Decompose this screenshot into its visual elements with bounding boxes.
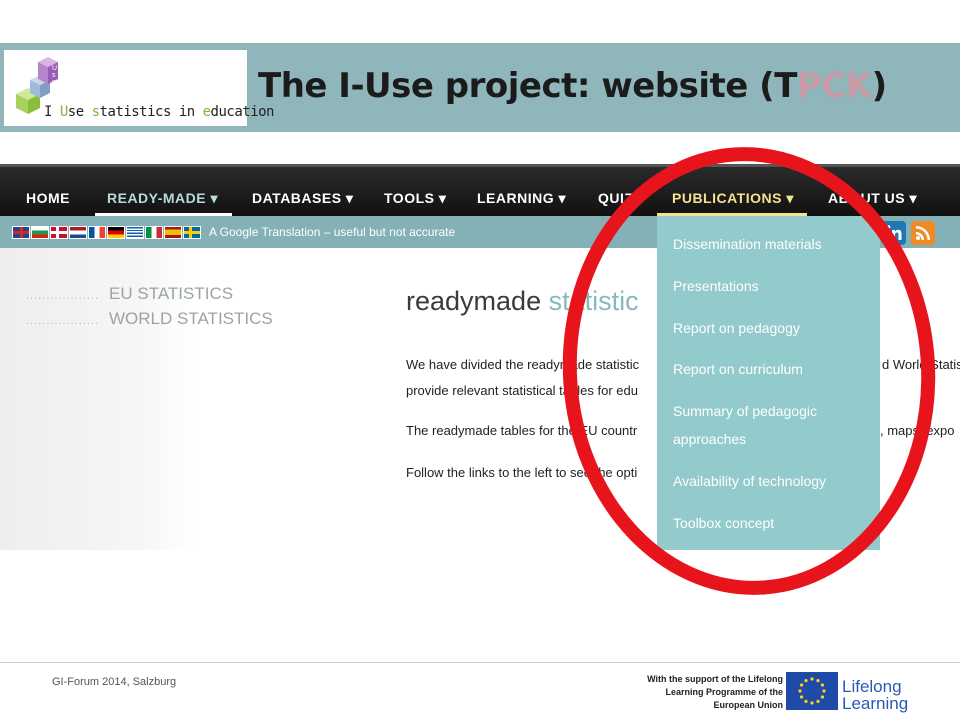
slide-title: The I-Use project: website (TPCK) — [258, 66, 887, 106]
menu-item-availability-of-technology[interactable]: Availability of technology — [673, 467, 873, 495]
website-screenshot: HOME READY-MADE ▾ DATABASES ▾ TOOLS ▾ LE… — [0, 164, 960, 554]
menu-item-report-on-pedagogy[interactable]: Report on pedagogy — [673, 314, 873, 342]
content-paragraph-fragment: , maps, expo — [880, 423, 955, 438]
language-flags — [12, 226, 201, 239]
menu-item-presentations[interactable]: Presentations — [673, 272, 873, 300]
content-paragraph: The readymade tables for the EU countr — [406, 423, 638, 438]
footer-conference: GI-Forum 2014, Salzburg — [52, 676, 177, 688]
cube-letter: s — [52, 72, 56, 79]
nav-publications[interactable]: PUBLICATIONS ▾ — [672, 190, 794, 207]
nav-ready-made[interactable]: READY-MADE ▾ — [107, 190, 218, 207]
content-paragraph: Follow the links to the left to see the … — [406, 465, 638, 480]
lifelong-learning-logo: Lifelong Learning — [842, 677, 909, 713]
nav-home[interactable]: HOME — [26, 190, 70, 206]
flag-denmark-icon[interactable] — [50, 226, 68, 239]
sidebar-link-world-statistics[interactable]: .................. WORLD STATISTICS — [26, 309, 273, 329]
iuse-logo: U s e I Use statistics in education — [4, 50, 274, 126]
logo-text: I Use statistics in education — [44, 104, 274, 120]
flag-uk-icon[interactable] — [12, 226, 30, 239]
sidebar-link-eu-statistics[interactable]: .................. EU STATISTICS — [26, 284, 233, 304]
menu-item-summary-of-pedagogic-approaches[interactable]: Summary of pedagogic approaches — [673, 397, 873, 453]
translation-note: A Google Translation – useful but not ac… — [209, 225, 456, 239]
flag-italy-icon[interactable] — [145, 226, 163, 239]
nav-about-us[interactable]: ABOUT US ▾ — [828, 190, 917, 207]
flag-netherlands-icon[interactable] — [69, 226, 87, 239]
main-navbar: HOME READY-MADE ▾ DATABASES ▾ TOOLS ▾ LE… — [0, 164, 960, 216]
footer-divider — [0, 662, 960, 663]
menu-item-report-on-curriculum[interactable]: Report on curriculum — [673, 355, 873, 383]
flag-spain-icon[interactable] — [164, 226, 182, 239]
flag-france-icon[interactable] — [88, 226, 106, 239]
publications-dropdown-menu: Dissemination materials Presentations Re… — [657, 216, 880, 550]
nav-learning[interactable]: LEARNING ▾ — [477, 190, 566, 207]
eu-support-text: With the support of the Lifelong Learnin… — [647, 674, 783, 710]
content-paragraph: We have divided the readymade statistic — [406, 357, 640, 372]
content-paragraph-fragment: d World Statis — [882, 357, 960, 372]
eu-flag-icon — [786, 672, 838, 710]
content-heading: readymade statistic — [406, 286, 639, 316]
flag-germany-icon[interactable] — [107, 226, 125, 239]
nav-quiz[interactable]: QUIZ — [598, 190, 633, 206]
linkedin-icon[interactable] — [882, 221, 906, 245]
menu-item-dissemination-materials[interactable]: Dissemination materials — [673, 230, 873, 258]
content-paragraph: provide relevant statistical tables for … — [406, 383, 638, 398]
flag-sweden-icon[interactable] — [183, 226, 201, 239]
nav-databases[interactable]: DATABASES ▾ — [252, 190, 353, 207]
rss-icon[interactable] — [911, 221, 935, 245]
flag-greece-icon[interactable] — [126, 226, 144, 239]
nav-tools[interactable]: TOOLS ▾ — [384, 190, 446, 207]
cube-letter: U — [52, 65, 57, 72]
menu-item-toolbox-concept[interactable]: Toolbox concept — [673, 509, 873, 537]
flag-bulgaria-icon[interactable] — [31, 226, 49, 239]
cube-letter: e — [52, 79, 56, 86]
